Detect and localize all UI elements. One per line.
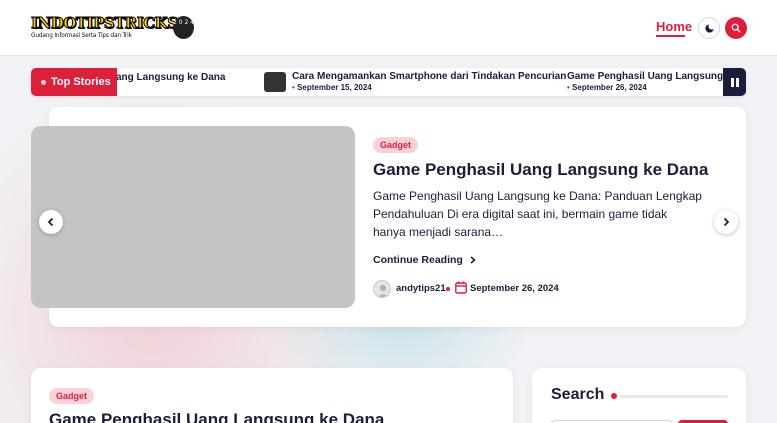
ticker-item-title[interactable]: Cara Mengamankan Smartphone dari Tindaka…: [292, 71, 566, 82]
logo-badge: 2 0 2 4: [173, 16, 194, 39]
ticker-pause-button[interactable]: [723, 68, 746, 96]
ticker-track: ang Langsung ke Dana Cara Mengamankan Sm…: [117, 68, 723, 96]
nav-active-underline: [656, 35, 685, 37]
logo-tagline: Gudang Informasi Serta Tips dan Trik: [31, 31, 132, 39]
calendar-icon: [455, 281, 467, 294]
post-date[interactable]: September 26, 2024: [470, 283, 559, 294]
heading-accent-dot: [611, 393, 617, 399]
nav-home-link[interactable]: Home: [656, 19, 692, 34]
ticker-item-date: • September 15, 2024: [292, 83, 372, 92]
featured-excerpt: Game Penghasil Uang Langsung ke Dana: Pa…: [373, 189, 702, 239]
search-widget-heading: Search: [551, 386, 605, 403]
featured-image[interactable]: [31, 126, 355, 308]
continue-reading-link[interactable]: Continue Reading: [373, 254, 477, 266]
chevron-left-icon: [47, 217, 54, 227]
author-name[interactable]: andytips21: [396, 283, 446, 294]
featured-title[interactable]: Game Penghasil Uang Langsung ke Dana: [373, 160, 708, 180]
meta-separator: [446, 287, 450, 291]
heading-divider: [620, 395, 728, 398]
live-dot-icon: [41, 79, 46, 85]
category-badge[interactable]: Gadget: [373, 137, 419, 153]
post-title[interactable]: Game Penghasil Uang Langsung ke Dana: [49, 410, 384, 423]
ticker-label-text: Top Stories: [51, 76, 111, 88]
pause-icon: [730, 77, 739, 87]
moon-icon: [704, 23, 714, 33]
header-search-button[interactable]: [725, 17, 747, 39]
site-logo[interactable]: INDOTIPSTRICKS Gudang Informasi Serta Ti…: [31, 14, 194, 41]
chevron-right-icon: [723, 217, 730, 227]
ticker-item-title[interactable]: Game Penghasil Uang Langsung ke Dana: [567, 71, 723, 82]
top-stories-ticker: Top Stories ang Langsung ke Dana Cara Me…: [31, 68, 746, 96]
chevron-right-icon: [470, 256, 476, 264]
category-badge[interactable]: Gadget: [49, 388, 95, 404]
continue-reading-label: Continue Reading: [373, 254, 463, 266]
search-icon: [731, 23, 741, 33]
dark-mode-toggle[interactable]: [698, 17, 720, 39]
ticker-item-thumbnail[interactable]: [264, 72, 286, 92]
slider-prev-button[interactable]: [39, 210, 63, 234]
slider-next-button[interactable]: [714, 210, 738, 234]
author-avatar[interactable]: [373, 280, 391, 298]
ticker-item-date: • September 26, 2024: [567, 83, 647, 92]
ticker-item-title[interactable]: ang Langsung ke Dana: [117, 72, 225, 83]
ticker-label: Top Stories: [31, 68, 117, 96]
logo-title: INDOTIPSTRICKS: [31, 14, 179, 33]
site-header: INDOTIPSTRICKS Gudang Informasi Serta Ti…: [0, 0, 777, 56]
